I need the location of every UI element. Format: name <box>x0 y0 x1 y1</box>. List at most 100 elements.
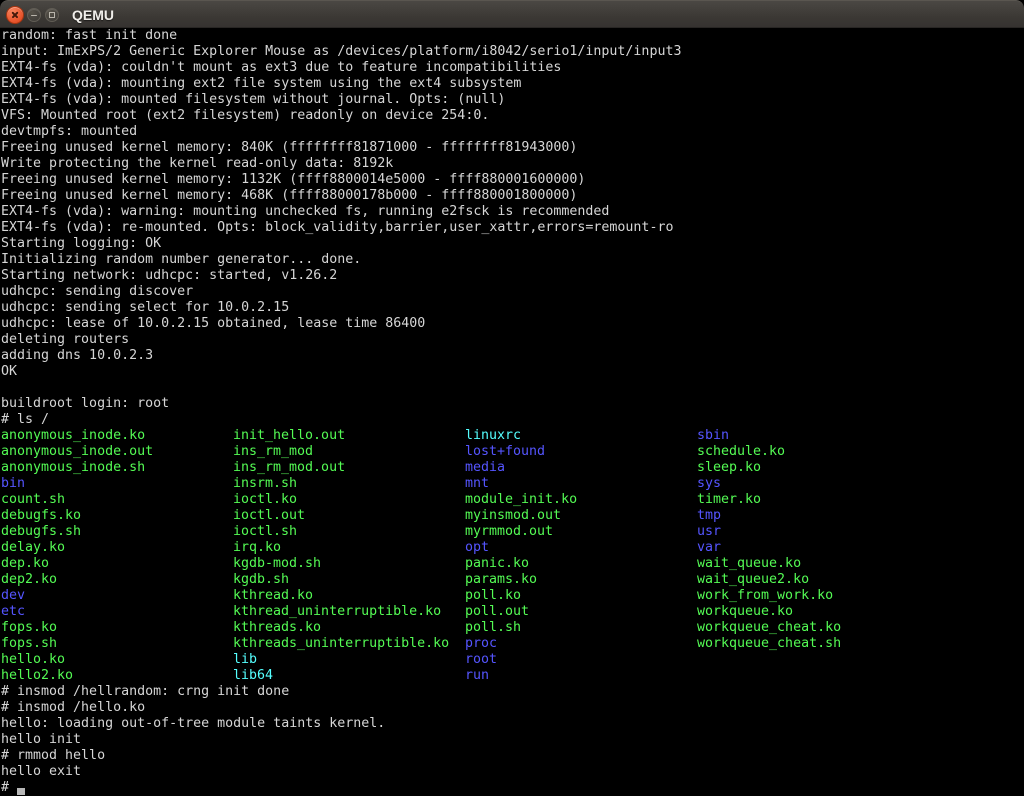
ls-output-row: fops.kokthreads.kopoll.shworkqueue_cheat… <box>0 620 1024 636</box>
login-line: buildroot login: root <box>0 396 1024 412</box>
file-entry <box>697 652 929 668</box>
boot-message-line: OK <box>0 364 1024 380</box>
boot-message-line: EXT4-fs (vda): mounting ext2 file system… <box>0 76 1024 92</box>
boot-message-line: Freeing unused kernel memory: 1132K (fff… <box>0 172 1024 188</box>
minimize-button[interactable] <box>27 8 41 22</box>
file-entry: debugfs.ko <box>1 508 233 524</box>
file-entry: work_from_work.ko <box>697 588 929 604</box>
ls-output-row: dep2.kokgdb.shparams.kowait_queue2.ko <box>0 572 1024 588</box>
file-entry: kthreads_uninterruptible.ko <box>233 636 465 652</box>
file-entry: module_init.ko <box>465 492 697 508</box>
file-entry: lib64 <box>233 668 465 684</box>
file-entry: kthread.ko <box>233 588 465 604</box>
file-entry: wait_queue.ko <box>697 556 929 572</box>
file-entry: workqueue_cheat.ko <box>697 620 929 636</box>
file-entry: kgdb.sh <box>233 572 465 588</box>
file-entry: kthreads.ko <box>233 620 465 636</box>
file-entry: mnt <box>465 476 697 492</box>
boot-message-line: udhcpc: sending discover <box>0 284 1024 300</box>
window-title: QEMU <box>72 1 114 29</box>
shell-output-line: # rmmod hello <box>0 748 1024 764</box>
minimize-icon <box>31 15 37 17</box>
boot-message-line: input: ImExPS/2 Generic Explorer Mouse a… <box>0 44 1024 60</box>
file-entry: sbin <box>697 428 929 444</box>
file-entry: ioctl.ko <box>233 492 465 508</box>
ls-output-row: bininsrm.shmntsys <box>0 476 1024 492</box>
shell-output-line: hello exit <box>0 764 1024 780</box>
ls-output-row: hello2.kolib64run <box>0 668 1024 684</box>
file-entry: opt <box>465 540 697 556</box>
boot-message-line: deleting routers <box>0 332 1024 348</box>
boot-message-line: EXT4-fs (vda): warning: mounting uncheck… <box>0 204 1024 220</box>
boot-message-line: Initializing random number generator... … <box>0 252 1024 268</box>
maximize-icon <box>49 12 55 18</box>
boot-message-line: udhcpc: sending select for 10.0.2.15 <box>0 300 1024 316</box>
boot-message-line: Freeing unused kernel memory: 840K (ffff… <box>0 140 1024 156</box>
ls-output-row: fops.shkthreads_uninterruptible.koprocwo… <box>0 636 1024 652</box>
file-entry: anonymous_inode.out <box>1 444 233 460</box>
maximize-button[interactable] <box>45 8 59 22</box>
file-entry: fops.ko <box>1 620 233 636</box>
boot-message-line: udhcpc: lease of 10.0.2.15 obtained, lea… <box>0 316 1024 332</box>
file-entry: params.ko <box>465 572 697 588</box>
file-entry: anonymous_inode.sh <box>1 460 233 476</box>
file-entry: ins_rm_mod <box>233 444 465 460</box>
close-button[interactable] <box>6 6 24 24</box>
ls-output-row: hello.kolibroot <box>0 652 1024 668</box>
shell-output-line: hello init <box>0 732 1024 748</box>
file-entry: wait_queue2.ko <box>697 572 929 588</box>
titlebar[interactable]: QEMU <box>0 0 1024 28</box>
boot-message-line: random: fast init done <box>0 28 1024 44</box>
file-entry: poll.out <box>465 604 697 620</box>
console-screen[interactable]: random: fast init doneinput: ImExPS/2 Ge… <box>0 28 1024 796</box>
file-entry: init_hello.out <box>233 428 465 444</box>
file-entry <box>697 668 929 684</box>
file-entry: etc <box>1 604 233 620</box>
cursor <box>17 788 25 795</box>
file-entry: workqueue_cheat.sh <box>697 636 929 652</box>
ls-output-row: delay.koirq.kooptvar <box>0 540 1024 556</box>
file-entry: schedule.ko <box>697 444 929 460</box>
ls-output-row: dep.kokgdb-mod.shpanic.kowait_queue.ko <box>0 556 1024 572</box>
file-entry: usr <box>697 524 929 540</box>
file-entry: dep2.ko <box>1 572 233 588</box>
file-entry: ioctl.sh <box>233 524 465 540</box>
file-entry: tmp <box>697 508 929 524</box>
boot-message-line: adding dns 10.0.2.3 <box>0 348 1024 364</box>
file-entry: root <box>465 652 697 668</box>
ls-output-row: anonymous_inode.shins_rm_mod.outmediasle… <box>0 460 1024 476</box>
ls-output-row: debugfs.koioctl.outmyinsmod.outtmp <box>0 508 1024 524</box>
file-entry: kthread_uninterruptible.ko <box>233 604 465 620</box>
file-entry: anonymous_inode.ko <box>1 428 233 444</box>
file-entry: hello2.ko <box>1 668 233 684</box>
ls-output-row: etckthread_uninterruptible.kopoll.outwor… <box>0 604 1024 620</box>
file-entry: sys <box>697 476 929 492</box>
file-entry: bin <box>1 476 233 492</box>
shell-output-line: hello: loading out-of-tree module taints… <box>0 716 1024 732</box>
file-entry: panic.ko <box>465 556 697 572</box>
boot-message-line: Freeing unused kernel memory: 468K (ffff… <box>0 188 1024 204</box>
shell-output-line: # insmod /hellrandom: crng init done <box>0 684 1024 700</box>
ls-output-row: anonymous_inode.koinit_hello.outlinuxrcs… <box>0 428 1024 444</box>
file-entry: kgdb-mod.sh <box>233 556 465 572</box>
file-entry: ins_rm_mod.out <box>233 460 465 476</box>
file-entry: fops.sh <box>1 636 233 652</box>
file-entry: dep.ko <box>1 556 233 572</box>
file-entry: run <box>465 668 697 684</box>
file-entry: hello.ko <box>1 652 233 668</box>
file-entry: workqueue.ko <box>697 604 929 620</box>
file-entry: poll.ko <box>465 588 697 604</box>
file-entry: delay.ko <box>1 540 233 556</box>
shell-command-line: # ls / <box>0 412 1024 428</box>
file-entry: irq.ko <box>233 540 465 556</box>
shell-output-line: # insmod /hello.ko <box>0 700 1024 716</box>
file-entry: ioctl.out <box>233 508 465 524</box>
file-entry: myinsmod.out <box>465 508 697 524</box>
qemu-window: QEMU random: fast init doneinput: ImExPS… <box>0 0 1024 796</box>
close-icon <box>11 11 19 19</box>
file-entry: insrm.sh <box>233 476 465 492</box>
file-entry: debugfs.sh <box>1 524 233 540</box>
file-entry: dev <box>1 588 233 604</box>
file-entry: var <box>697 540 929 556</box>
file-entry: poll.sh <box>465 620 697 636</box>
